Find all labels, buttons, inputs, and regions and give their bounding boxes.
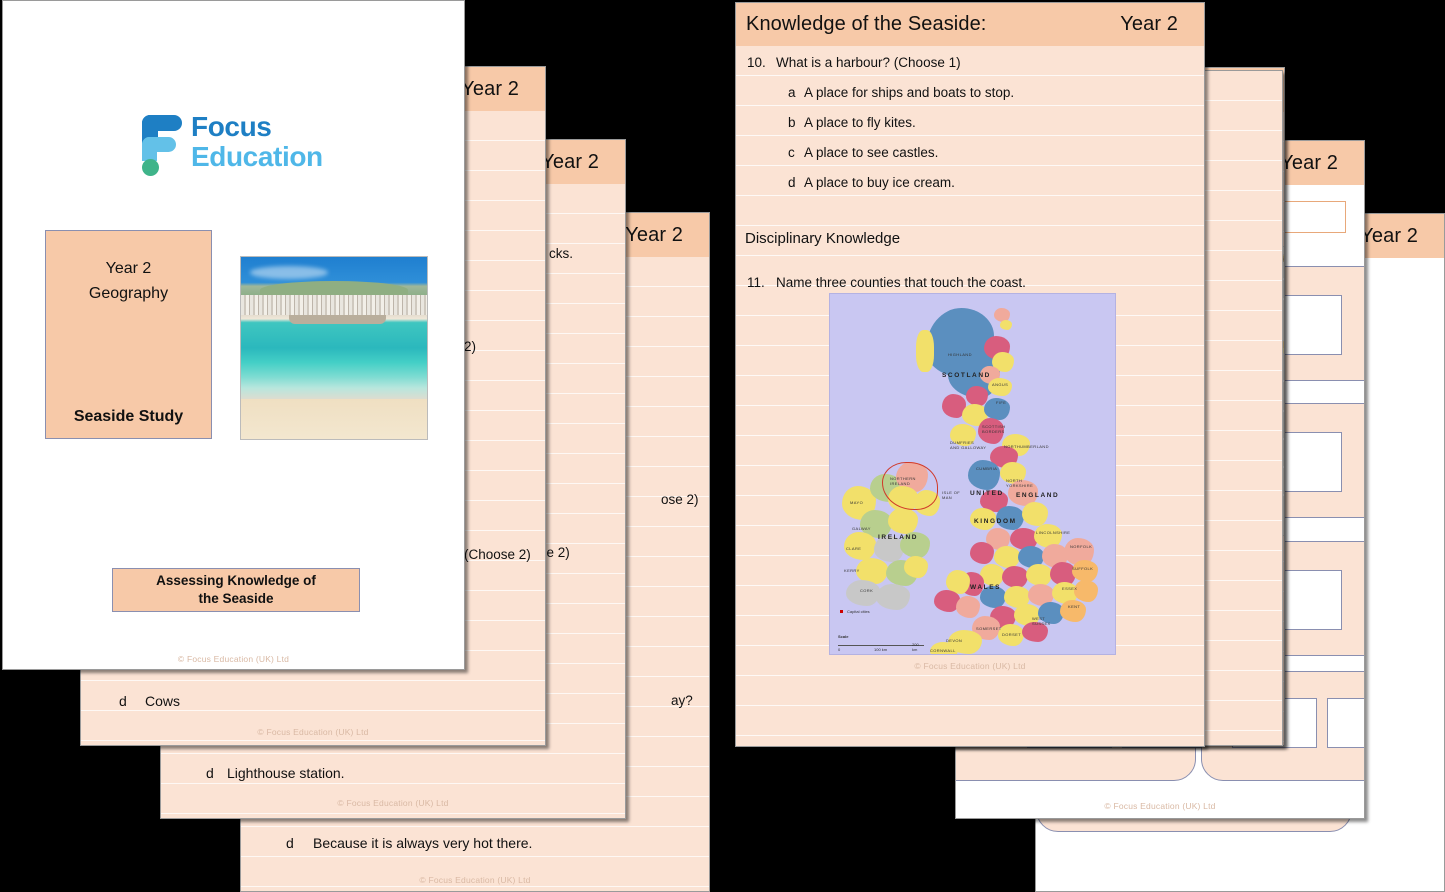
question-10-text: What is a harbour? (Choose 1) (776, 55, 961, 70)
year-badge: Year 2 (1280, 151, 1338, 174)
copyright-footer: © Focus Education (UK) Ltd (1104, 801, 1216, 811)
option-10a-text: A place for ships and boats to stop. (804, 85, 1015, 100)
logo-f-mark (136, 115, 182, 177)
option-10a-letter: a (788, 85, 796, 100)
option-letter-d: d (286, 835, 294, 851)
focus-education-logo: Focus Education (136, 111, 341, 179)
year-badge: Year 2 (625, 223, 683, 246)
option-text-d: Because it is always very hot there. (313, 835, 533, 851)
map-scale: Scale 0 100 km 200 km (838, 634, 924, 652)
subject-year-line: Year 2 Geography (88, 260, 169, 302)
option-text-d: Lighthouse station. (227, 765, 345, 781)
main-worksheet-page[interactable]: Knowledge of the Seaside: Year 2 10. Wha… (735, 2, 1205, 747)
assessment-line-2: the Seaside (198, 591, 274, 606)
fragment-text: ose 2) (661, 492, 699, 507)
year-badge: Year 2 (1360, 224, 1418, 247)
year-badge: Year 2 (541, 150, 599, 173)
assessment-title-box: Assessing Knowledge of the Seaside (112, 568, 360, 612)
question-11-number: 11. (747, 275, 765, 290)
option-letter-d: d (119, 693, 127, 709)
logo-green-dot (142, 159, 159, 176)
copyright-footer: © Focus Education (UK) Ltd (177, 654, 290, 664)
copyright-footer: © Focus Education (UK) Ltd (337, 798, 449, 808)
copyright-footer: © Focus Education (UK) Ltd (914, 661, 1026, 671)
fragment-text-2: ay? (671, 693, 693, 708)
subject-topic-line: Seaside Study (73, 408, 184, 425)
answer-slot[interactable] (1327, 698, 1364, 748)
document-stack-canvas: Year 2 ose 2) ay? d Because it is always… (0, 0, 1445, 892)
copyright-footer: © Focus Education (UK) Ltd (419, 875, 531, 885)
logo-word-focus: Focus (191, 111, 272, 142)
uk-counties-map-figure: SCOTLAND UNITED KINGDOM ENGLAND IRELAND … (829, 293, 1116, 655)
worksheet-header-band: Knowledge of the Seaside: Year 2 (736, 3, 1204, 46)
map-legend: Capital cities (840, 609, 870, 614)
question-11-text: Name three counties that touch the coast… (776, 275, 1026, 290)
year-badge: Year 2 (461, 77, 519, 100)
page-title: Knowledge of the Seaside: (746, 13, 987, 35)
option-10c-letter: c (788, 145, 795, 160)
option-text-d: Cows (145, 693, 181, 709)
option-10c-text: A place to see castles. (804, 145, 939, 160)
section-heading-disciplinary: Disciplinary Knowledge (745, 230, 901, 247)
question-10-number: 10. (747, 55, 766, 70)
fragment-text: cks. (549, 246, 574, 261)
fragment-text-2: (Choose 2) (464, 547, 531, 562)
year-badge: Year 2 (1120, 13, 1178, 35)
option-10b-text: A place to fly kites. (804, 115, 916, 130)
option-10b-letter: b (788, 115, 796, 130)
copyright-footer: © Focus Education (UK) Ltd (257, 727, 369, 737)
option-10d-letter: d (788, 175, 796, 190)
fragment-text: 2) (464, 339, 477, 354)
assessment-line-1: Assessing Knowledge of (156, 572, 316, 588)
option-letter-d: d (206, 765, 214, 781)
cover-page[interactable]: Focus Education Year 2 Geography Seaside… (2, 0, 465, 670)
subject-title-box: Year 2 Geography Seaside Study (45, 230, 212, 439)
logo-word-education: Education (191, 141, 323, 172)
seaside-photo (240, 256, 428, 440)
option-10d-text: A place to buy ice cream. (804, 175, 955, 190)
